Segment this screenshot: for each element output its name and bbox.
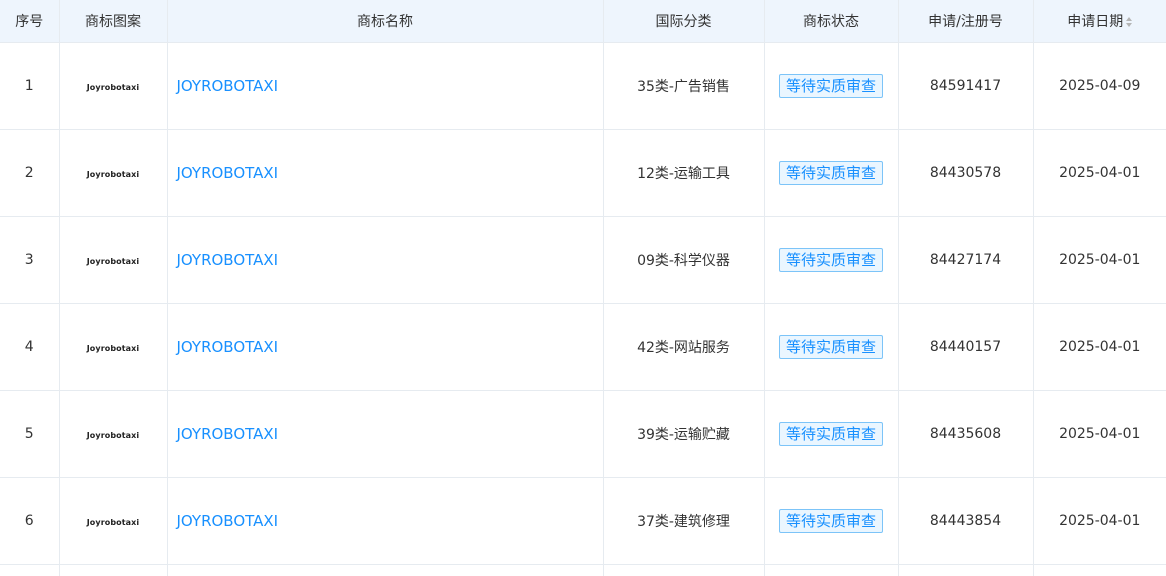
trademark-logo-image[interactable]: Joyrobotaxi xyxy=(87,170,140,179)
status-badge: 等待实质审查 xyxy=(778,248,883,272)
table-row-partial xyxy=(0,564,1166,576)
table-row: 4 Joyrobotaxi JOYROBOTAXI 42类-网站服务 等待实质审… xyxy=(0,303,1166,391)
row-reg-no: 84591417 xyxy=(898,42,1034,130)
table-row: 5 Joyrobotaxi JOYROBOTAXI 39类-运输贮藏 等待实质审… xyxy=(0,390,1166,478)
row-class: 12类-运输工具 xyxy=(603,129,765,217)
row-class: 42类-网站服务 xyxy=(603,303,765,391)
header-date-label: 申请日期 xyxy=(1067,14,1124,30)
row-logo[interactable]: Joyrobotaxi xyxy=(59,42,168,130)
row-status-cell: 等待实质审查 xyxy=(764,42,899,130)
header-reg-no: 申请/注册号 xyxy=(898,0,1034,43)
row-class: 39类-运输贮藏 xyxy=(603,390,765,478)
table-row: 6 Joyrobotaxi JOYROBOTAXI 37类-建筑修理 等待实质审… xyxy=(0,477,1166,565)
status-badge: 等待实质审查 xyxy=(778,509,883,533)
trademark-name-link[interactable]: JOYROBOTAXI xyxy=(177,77,279,95)
status-badge: 等待实质审查 xyxy=(778,335,883,359)
row-logo[interactable]: Joyrobotaxi xyxy=(59,129,168,217)
table-header-row: 序号 商标图案 商标名称 国际分类 商标状态 申请/注册号 申请日期 xyxy=(0,0,1166,43)
row-logo[interactable]: Joyrobotaxi xyxy=(59,477,168,565)
row-date: 2025-04-01 xyxy=(1033,477,1166,565)
row-name-cell: JOYROBOTAXI xyxy=(167,42,604,130)
sort-icon[interactable] xyxy=(1126,17,1133,27)
table-row: 3 Joyrobotaxi JOYROBOTAXI 09类-科学仪器 等待实质审… xyxy=(0,216,1166,304)
row-name-cell: JOYROBOTAXI xyxy=(167,129,604,217)
row-reg-no: 84435608 xyxy=(898,390,1034,478)
row-status-cell: 等待实质审查 xyxy=(764,216,899,304)
header-class: 国际分类 xyxy=(603,0,765,43)
row-name-cell: JOYROBOTAXI xyxy=(167,390,604,478)
trademark-logo-image[interactable]: Joyrobotaxi xyxy=(87,257,140,266)
trademark-logo-image[interactable]: Joyrobotaxi xyxy=(87,518,140,527)
row-logo[interactable]: Joyrobotaxi xyxy=(59,303,168,391)
row-date: 2025-04-09 xyxy=(1033,42,1166,130)
row-date: 2025-04-01 xyxy=(1033,129,1166,217)
status-badge: 等待实质审查 xyxy=(778,422,883,446)
trademark-name-link[interactable]: JOYROBOTAXI xyxy=(177,164,279,182)
row-status-cell: 等待实质审查 xyxy=(764,129,899,217)
row-date: 2025-04-01 xyxy=(1033,216,1166,304)
row-class: 35类-广告销售 xyxy=(603,42,765,130)
status-badge: 等待实质审查 xyxy=(778,74,883,98)
row-date: 2025-04-01 xyxy=(1033,390,1166,478)
row-status-cell: 等待实质审查 xyxy=(764,390,899,478)
row-index: 5 xyxy=(0,390,60,478)
row-index: 3 xyxy=(0,216,60,304)
row-class: 37类-建筑修理 xyxy=(603,477,765,565)
trademark-name-link[interactable]: JOYROBOTAXI xyxy=(177,338,279,356)
row-name-cell: JOYROBOTAXI xyxy=(167,216,604,304)
trademark-name-link[interactable]: JOYROBOTAXI xyxy=(177,425,279,443)
trademark-logo-image[interactable]: Joyrobotaxi xyxy=(87,431,140,440)
status-badge: 等待实质审查 xyxy=(778,161,883,185)
header-name: 商标名称 xyxy=(167,0,604,43)
header-status: 商标状态 xyxy=(764,0,899,43)
row-status-cell: 等待实质审查 xyxy=(764,477,899,565)
table-row: 2 Joyrobotaxi JOYROBOTAXI 12类-运输工具 等待实质审… xyxy=(0,129,1166,217)
row-name-cell: JOYROBOTAXI xyxy=(167,303,604,391)
row-reg-no: 84443854 xyxy=(898,477,1034,565)
row-name-cell: JOYROBOTAXI xyxy=(167,477,604,565)
row-index: 1 xyxy=(0,42,60,130)
row-class: 09类-科学仪器 xyxy=(603,216,765,304)
trademark-logo-image[interactable]: Joyrobotaxi xyxy=(87,83,140,92)
row-status-cell: 等待实质审查 xyxy=(764,303,899,391)
row-logo[interactable]: Joyrobotaxi xyxy=(59,216,168,304)
row-index: 4 xyxy=(0,303,60,391)
row-index: 2 xyxy=(0,129,60,217)
row-reg-no: 84427174 xyxy=(898,216,1034,304)
table-row: 1 Joyrobotaxi JOYROBOTAXI 35类-广告销售 等待实质审… xyxy=(0,42,1166,130)
header-date[interactable]: 申请日期 xyxy=(1033,0,1166,43)
row-reg-no: 84430578 xyxy=(898,129,1034,217)
trademark-logo-image[interactable]: Joyrobotaxi xyxy=(87,344,140,353)
trademark-name-link[interactable]: JOYROBOTAXI xyxy=(177,512,279,530)
row-reg-no: 84440157 xyxy=(898,303,1034,391)
trademark-name-link[interactable]: JOYROBOTAXI xyxy=(177,251,279,269)
row-index: 6 xyxy=(0,477,60,565)
header-logo: 商标图案 xyxy=(59,0,168,43)
row-logo[interactable]: Joyrobotaxi xyxy=(59,390,168,478)
trademark-table: 序号 商标图案 商标名称 国际分类 商标状态 申请/注册号 申请日期 1 Joy… xyxy=(0,0,1166,576)
header-index: 序号 xyxy=(0,0,60,43)
row-date: 2025-04-01 xyxy=(1033,303,1166,391)
